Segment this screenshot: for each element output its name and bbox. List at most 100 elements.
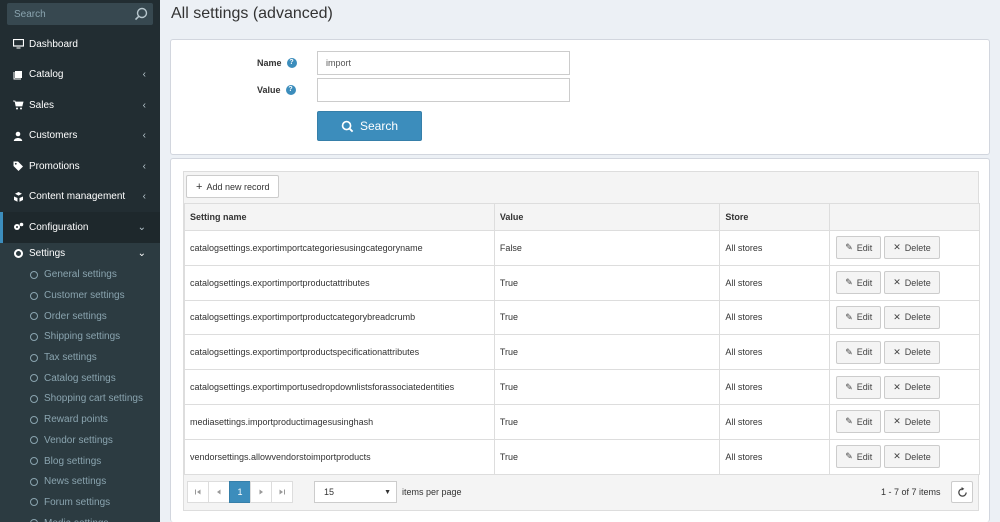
table-row: catalogsettings.exportimportproductspeci… [184, 334, 980, 371]
edit-button[interactable]: ✎ Edit [836, 305, 882, 329]
sidebar-item-settings[interactable]: Settings ⌄ [0, 243, 160, 265]
search-button[interactable]: Search [317, 111, 422, 141]
close-icon: ✕ [893, 451, 901, 462]
edit-label: Edit [856, 347, 873, 358]
value-label-text: Value [257, 85, 281, 95]
sidebar-subitem-reward-points[interactable]: Reward points [0, 409, 160, 430]
delete-label: Delete [904, 382, 931, 393]
pencil-icon: ✎ [845, 311, 853, 322]
sidebar-item-customers[interactable]: Customers ‹ [0, 121, 160, 152]
delete-button[interactable]: ✕ Delete [884, 445, 940, 469]
chevron-left-icon: ‹ [142, 130, 146, 142]
chevron-down-icon: ⌄ [137, 221, 146, 233]
sidebar-subitem-order-settings[interactable]: Order settings [0, 306, 160, 327]
setting-value-cell: False [493, 230, 721, 266]
sidebar-subitem-general-settings[interactable]: General settings [0, 265, 160, 286]
delete-button[interactable]: ✕ Delete [884, 375, 940, 399]
sidebar-item-label: Catalog [29, 69, 64, 81]
edit-label: Edit [856, 242, 873, 253]
chevron-left-icon: ‹ [142, 160, 146, 172]
help-icon[interactable]: ? [286, 58, 297, 68]
setting-value-cell: True [493, 369, 721, 405]
pagination: 1 [187, 481, 293, 503]
table-row: vendorsettings.allowvendorstoimportprodu… [184, 438, 980, 475]
previous-page-button[interactable] [208, 481, 230, 503]
store-cell: All stores [719, 230, 831, 266]
sidebar-subitem-forum-settings[interactable]: Forum settings [0, 492, 160, 513]
page-size-select[interactable]: 15 ▼ [314, 481, 397, 503]
desktop-icon [12, 38, 24, 50]
actions-cell: ✎ Edit ✕ Delete [829, 264, 980, 301]
edit-button[interactable]: ✎ Edit [836, 445, 882, 469]
search-panel: Name ? Value ? Search [170, 39, 990, 155]
sidebar-item-configuration[interactable]: Configuration ⌄ [0, 212, 160, 243]
book-icon [12, 69, 24, 81]
setting-name-cell: vendorsettings.allowvendorstoimportprodu… [184, 438, 495, 475]
value-input[interactable] [317, 78, 570, 102]
delete-button[interactable]: ✕ Delete [884, 305, 940, 329]
sidebar-subitem-label: Vendor settings [44, 434, 113, 446]
delete-button[interactable]: ✕ Delete [884, 410, 940, 434]
sidebar-subitem-news-settings[interactable]: News settings [0, 471, 160, 492]
sidebar-subitem-media-settings[interactable]: Media settings [0, 513, 160, 522]
sidebar-subitem-customer-settings[interactable]: Customer settings [0, 285, 160, 306]
sidebar-subitem-vendor-settings[interactable]: Vendor settings [0, 430, 160, 451]
add-new-record-button[interactable]: + Add new record [186, 175, 280, 198]
close-icon: ✕ [893, 311, 901, 322]
sidebar-item-catalog[interactable]: Catalog ‹ [0, 60, 160, 91]
edit-button[interactable]: ✎ Edit [836, 271, 882, 295]
column-header-setting-name[interactable]: Setting name [184, 203, 495, 231]
name-input[interactable] [317, 51, 570, 75]
sidebar-subitem-shopping-cart-settings[interactable]: Shopping cart settings [0, 389, 160, 410]
help-icon[interactable]: ? [285, 85, 296, 95]
plus-icon: + [196, 180, 203, 193]
cart-icon [12, 99, 24, 111]
last-page-button[interactable] [271, 481, 293, 503]
sidebar-subitem-label: Customer settings [44, 290, 125, 302]
sidebar: DashboardCatalog‹Sales‹Customers‹Promoti… [0, 0, 160, 522]
sidebar-search-input[interactable] [14, 8, 133, 20]
sidebar-item-promotions[interactable]: Promotions ‹ [0, 151, 160, 182]
edit-label: Edit [856, 312, 873, 323]
page-title: All settings (advanced) [171, 5, 333, 22]
current-page-button[interactable]: 1 [229, 481, 251, 503]
circle-icon [30, 270, 38, 279]
delete-button[interactable]: ✕ Delete [884, 271, 940, 295]
sidebar-item-label: Content management [29, 191, 126, 203]
sidebar-item-content-management[interactable]: Content management ‹ [0, 182, 160, 213]
edit-button[interactable]: ✎ Edit [836, 340, 882, 364]
sidebar-subitem-shipping-settings[interactable]: Shipping settings [0, 327, 160, 348]
user-icon [12, 130, 24, 142]
pencil-icon: ✎ [845, 416, 853, 427]
sidebar-subitem-label: Shopping cart settings [44, 393, 143, 405]
next-page-button[interactable] [250, 481, 272, 503]
refresh-button[interactable] [951, 481, 973, 503]
setting-value-cell: True [493, 403, 721, 440]
sidebar-item-dashboard[interactable]: Dashboard [0, 29, 160, 60]
value-label: Value ? [257, 85, 296, 95]
column-header-value[interactable]: Value [493, 203, 721, 231]
circle-icon [30, 477, 38, 486]
delete-button[interactable]: ✕ Delete [884, 236, 940, 260]
edit-button[interactable]: ✎ Edit [836, 410, 882, 434]
sidebar-subitem-blog-settings[interactable]: Blog settings [0, 451, 160, 472]
sidebar-item-sales[interactable]: Sales ‹ [0, 90, 160, 121]
edit-button[interactable]: ✎ Edit [836, 236, 882, 260]
circle-icon [30, 436, 38, 445]
actions-cell: ✎ Edit ✕ Delete [829, 230, 980, 266]
column-header-store[interactable]: Store [719, 203, 831, 231]
sidebar-subitem-tax-settings[interactable]: Tax settings [0, 347, 160, 368]
store-cell: All stores [719, 438, 831, 475]
search-icon[interactable] [133, 6, 149, 22]
first-page-button[interactable] [187, 481, 209, 503]
close-icon: ✕ [893, 277, 901, 288]
store-cell: All stores [719, 403, 831, 440]
close-icon: ✕ [893, 346, 901, 357]
setting-value-cell: True [493, 264, 721, 301]
sidebar-subitem-catalog-settings[interactable]: Catalog settings [0, 368, 160, 389]
circle-dot-icon [14, 249, 23, 258]
delete-button[interactable]: ✕ Delete [884, 340, 940, 364]
items-range-text: 1 - 7 of 7 items [881, 487, 941, 497]
edit-button[interactable]: ✎ Edit [836, 375, 882, 399]
sidebar-subitem-label: Blog settings [44, 455, 102, 467]
